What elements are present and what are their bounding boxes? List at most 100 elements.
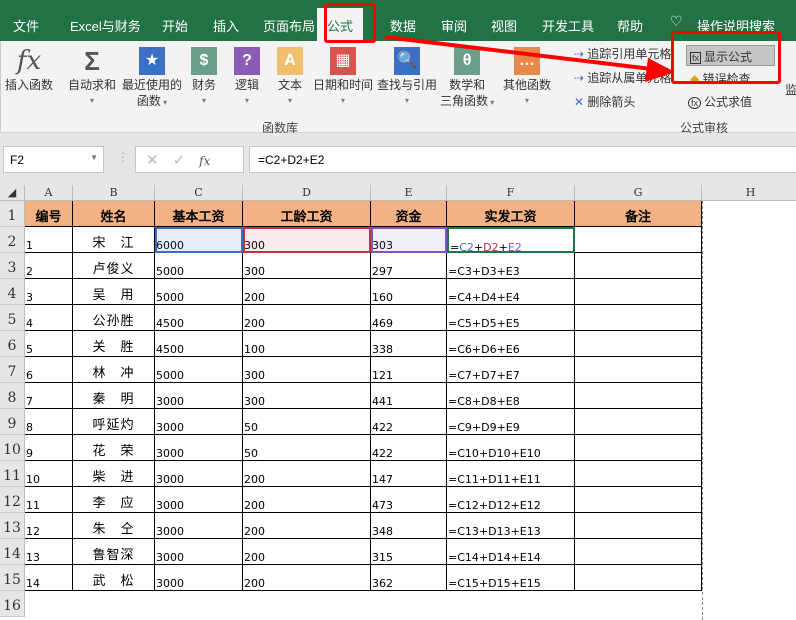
tab-1[interactable]: Excel与财务	[70, 16, 141, 35]
tab-0[interactable]: 文件	[13, 16, 39, 35]
cell-E6[interactable]: 338	[371, 331, 447, 357]
cell-A5[interactable]: 4	[25, 305, 73, 331]
cell-F12[interactable]: =C12+D12+E12	[447, 487, 575, 513]
watch-window-button[interactable]: 监	[785, 81, 796, 98]
cell-E13[interactable]: 348	[371, 513, 447, 539]
cell-A8[interactable]: 7	[25, 383, 73, 409]
row-header-16[interactable]: 16	[0, 591, 25, 617]
chevron-down-icon[interactable]: ▼	[90, 153, 98, 162]
row-header-11[interactable]: 11	[0, 461, 25, 487]
enter-icon[interactable]: ✓	[173, 152, 200, 169]
header-cell[interactable]: 姓名	[73, 201, 155, 227]
cell-F3[interactable]: =C3+D3+E3	[447, 253, 575, 279]
row-header-13[interactable]: 13	[0, 513, 25, 539]
cell-C11[interactable]: 3000	[155, 461, 243, 487]
header-cell[interactable]: 编号	[25, 201, 73, 227]
cell-E10[interactable]: 422	[371, 435, 447, 461]
row-header-15[interactable]: 15	[0, 565, 25, 591]
cell-F13[interactable]: =C13+D13+E13	[447, 513, 575, 539]
header-cell[interactable]: 资金	[371, 201, 447, 227]
cell-E14[interactable]: 315	[371, 539, 447, 565]
row-header-14[interactable]: 14	[0, 539, 25, 565]
header-cell[interactable]: 实发工资	[447, 201, 575, 227]
row-header-6[interactable]: 6	[0, 331, 25, 357]
row-header-2[interactable]: 2	[0, 227, 25, 253]
row-header-5[interactable]: 5	[0, 305, 25, 331]
cell-G12[interactable]	[575, 487, 702, 513]
cell-G5[interactable]	[575, 305, 702, 331]
cell-B12[interactable]: 李 应	[73, 487, 155, 513]
insert-function-icon[interactable]: fx	[199, 154, 210, 168]
row-header-9[interactable]: 9	[0, 409, 25, 435]
tab-8[interactable]: 视图	[491, 16, 517, 35]
ribbon-button-8[interactable]: θ 数学和 三角函数 ▾	[440, 47, 494, 111]
cell-D4[interactable]: 200	[243, 279, 371, 305]
cell-C15[interactable]: 3000	[155, 565, 243, 591]
cell-E12[interactable]: 473	[371, 487, 447, 513]
ribbon-button-5[interactable]: A 文本 ▾	[277, 47, 303, 109]
cell-B8[interactable]: 秦 明	[73, 383, 155, 409]
cell-A7[interactable]: 6	[25, 357, 73, 383]
cell-E15[interactable]: 362	[371, 565, 447, 591]
formula-input[interactable]: =C2+D2+E2	[249, 146, 796, 173]
column-header-F[interactable]: F	[447, 185, 575, 201]
cell-D8[interactable]: 300	[243, 383, 371, 409]
cell-D14[interactable]: 200	[243, 539, 371, 565]
cell-G11[interactable]	[575, 461, 702, 487]
cell-G15[interactable]	[575, 565, 702, 591]
row-header-8[interactable]: 8	[0, 383, 25, 409]
row-header-12[interactable]: 12	[0, 487, 25, 513]
cell-D5[interactable]: 200	[243, 305, 371, 331]
cell-B9[interactable]: 呼延灼	[73, 409, 155, 435]
cell-E3[interactable]: 297	[371, 253, 447, 279]
cell-B2[interactable]: 宋 江	[73, 227, 155, 253]
cell-C4[interactable]: 5000	[155, 279, 243, 305]
row-header-3[interactable]: 3	[0, 253, 25, 279]
cell-D12[interactable]: 200	[243, 487, 371, 513]
cell-A15[interactable]: 14	[25, 565, 73, 591]
header-cell[interactable]: 基本工资	[155, 201, 243, 227]
cell-G6[interactable]	[575, 331, 702, 357]
cell-A11[interactable]: 10	[25, 461, 73, 487]
cell-D13[interactable]: 200	[243, 513, 371, 539]
cell-A14[interactable]: 13	[25, 539, 73, 565]
cell-F14[interactable]: =C14+D14+E14	[447, 539, 575, 565]
cell-E11[interactable]: 147	[371, 461, 447, 487]
cell-C12[interactable]: 3000	[155, 487, 243, 513]
ribbon-button-6[interactable]: ▦ 日期和时间 ▾	[313, 47, 373, 109]
cell-A12[interactable]: 11	[25, 487, 73, 513]
cell-F9[interactable]: =C9+D9+E9	[447, 409, 575, 435]
cell-G2[interactable]	[575, 227, 702, 253]
cell-C9[interactable]: 3000	[155, 409, 243, 435]
button-trace-dependents[interactable]: ⇢ 追踪从属单元格	[574, 69, 671, 86]
cell-A10[interactable]: 9	[25, 435, 73, 461]
ribbon-button-7[interactable]: 🔍 查找与引用 ▾	[377, 47, 437, 109]
column-header-A[interactable]: A	[25, 185, 73, 201]
cell-G3[interactable]	[575, 253, 702, 279]
evaluate-formula-button[interactable]: fx 公式求值	[688, 93, 752, 110]
tab-6[interactable]: 数据	[390, 16, 416, 35]
button-remove-arrows[interactable]: ✕ 删除箭头	[574, 93, 635, 110]
row-header-7[interactable]: 7	[0, 357, 25, 383]
column-header-B[interactable]: B	[73, 185, 155, 201]
row-header-4[interactable]: 4	[0, 279, 25, 305]
cell-G13[interactable]	[575, 513, 702, 539]
row-header-10[interactable]: 10	[0, 435, 25, 461]
name-box[interactable]: F2 ▼	[3, 146, 104, 173]
cell-G10[interactable]	[575, 435, 702, 461]
cell-A2[interactable]: 1	[25, 227, 73, 253]
cell-D15[interactable]: 200	[243, 565, 371, 591]
cell-C5[interactable]: 4500	[155, 305, 243, 331]
cell-G14[interactable]	[575, 539, 702, 565]
tab-7[interactable]: 审阅	[441, 16, 467, 35]
tab-2[interactable]: 开始	[162, 16, 188, 35]
cell-E9[interactable]: 422	[371, 409, 447, 435]
cell-F5[interactable]: =C5+D5+E5	[447, 305, 575, 331]
ribbon-button-4[interactable]: ? 逻辑 ▾	[234, 47, 260, 109]
ribbon-button-9[interactable]: … 其他函数 ▾	[503, 47, 551, 109]
header-cell[interactable]: 备注	[575, 201, 702, 227]
cell-B13[interactable]: 朱 仝	[73, 513, 155, 539]
cell-B6[interactable]: 关 胜	[73, 331, 155, 357]
cell-C14[interactable]: 3000	[155, 539, 243, 565]
cell-B7[interactable]: 林 冲	[73, 357, 155, 383]
